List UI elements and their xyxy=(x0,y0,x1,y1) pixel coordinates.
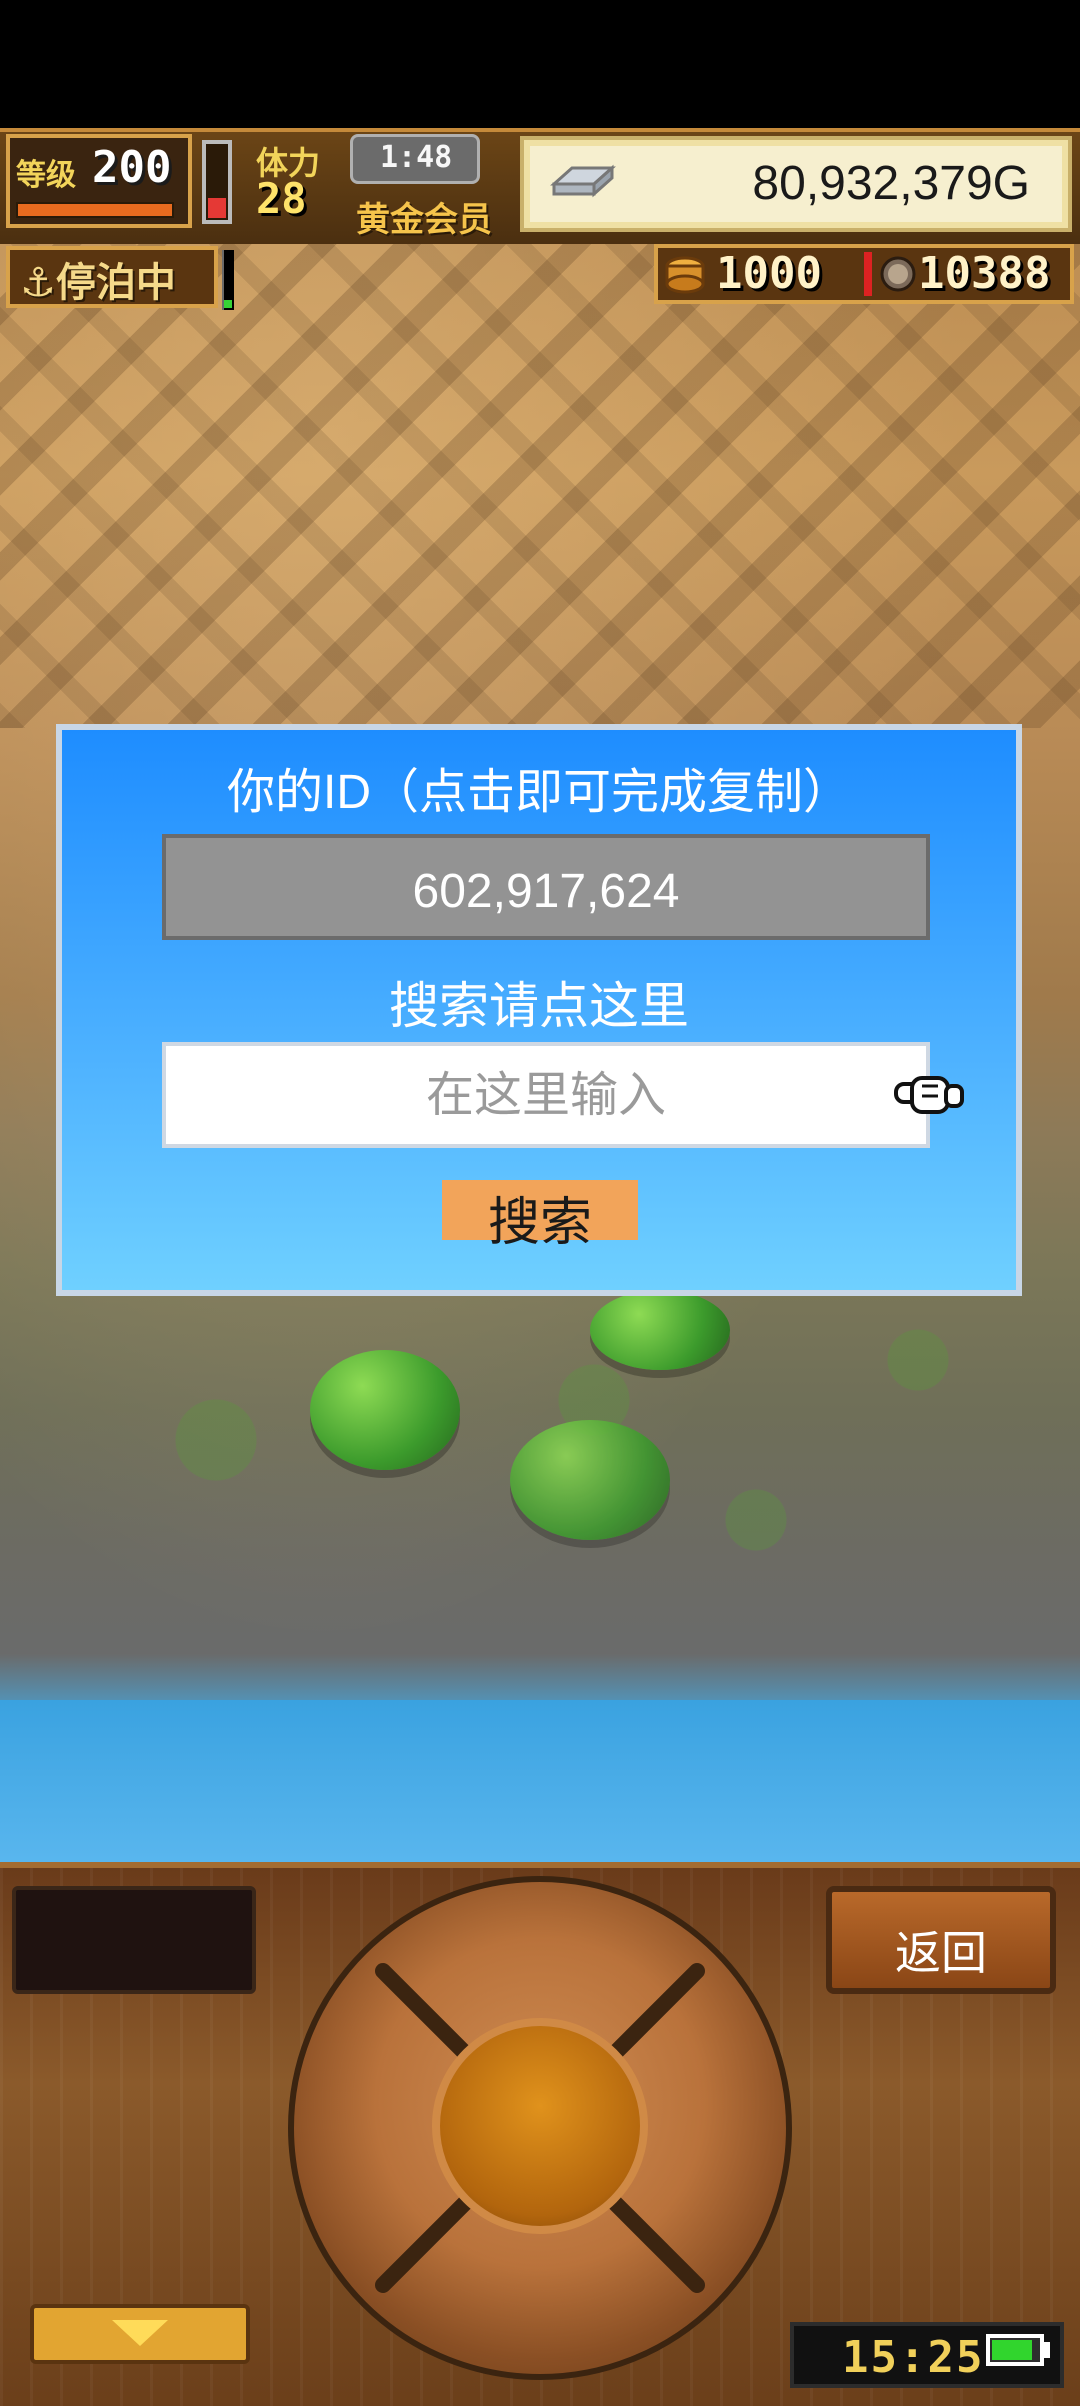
search-button[interactable]: 搜索 xyxy=(442,1180,638,1252)
back-button[interactable]: 返回 xyxy=(826,1886,1056,1994)
resource-separator xyxy=(864,252,872,296)
status-meter-fill xyxy=(224,300,232,308)
water-terrain xyxy=(0,1700,1080,1862)
membership-label: 黄金会员 xyxy=(356,200,492,240)
resource-value-2: 10388 xyxy=(918,248,1051,299)
battery-tip xyxy=(1044,2342,1050,2358)
tree-icon xyxy=(590,1290,730,1370)
dpad-center-button[interactable] xyxy=(432,2018,648,2234)
level-value: 200 xyxy=(92,142,172,193)
clock-text: 15:25 xyxy=(842,2332,985,2383)
stamina-value: 28 xyxy=(256,174,307,223)
search-input[interactable] xyxy=(162,1042,930,1148)
down-arrow-icon xyxy=(112,2320,168,2346)
battery-fill xyxy=(992,2340,1032,2360)
anchor-icon: ⚓ xyxy=(20,260,56,306)
pointing-hand-icon xyxy=(890,1066,970,1122)
money-value: 80,932,379G xyxy=(752,157,1030,210)
search-title: 搜索请点这里 xyxy=(389,978,689,1034)
stamina-meter-fill xyxy=(208,198,226,218)
empty-slot xyxy=(12,1886,256,1994)
docked-status-text: ⚓停泊中 xyxy=(20,260,176,306)
player-id-value[interactable]: 602,917,624 xyxy=(162,864,930,919)
resource-value-1: 1000 xyxy=(716,248,822,299)
coin-stack-icon xyxy=(662,252,708,296)
medal-icon xyxy=(878,252,918,296)
dialog-title: 你的ID（点击即可完成复制） xyxy=(226,766,851,819)
top-black-bar xyxy=(0,0,1080,128)
timer-text: 1:48 xyxy=(380,140,453,175)
silver-ingot-icon xyxy=(548,154,618,202)
level-label: 等级 xyxy=(16,158,76,193)
level-progress-bar xyxy=(16,202,174,218)
bush-icon xyxy=(510,1420,670,1540)
tree-icon xyxy=(310,1350,460,1470)
